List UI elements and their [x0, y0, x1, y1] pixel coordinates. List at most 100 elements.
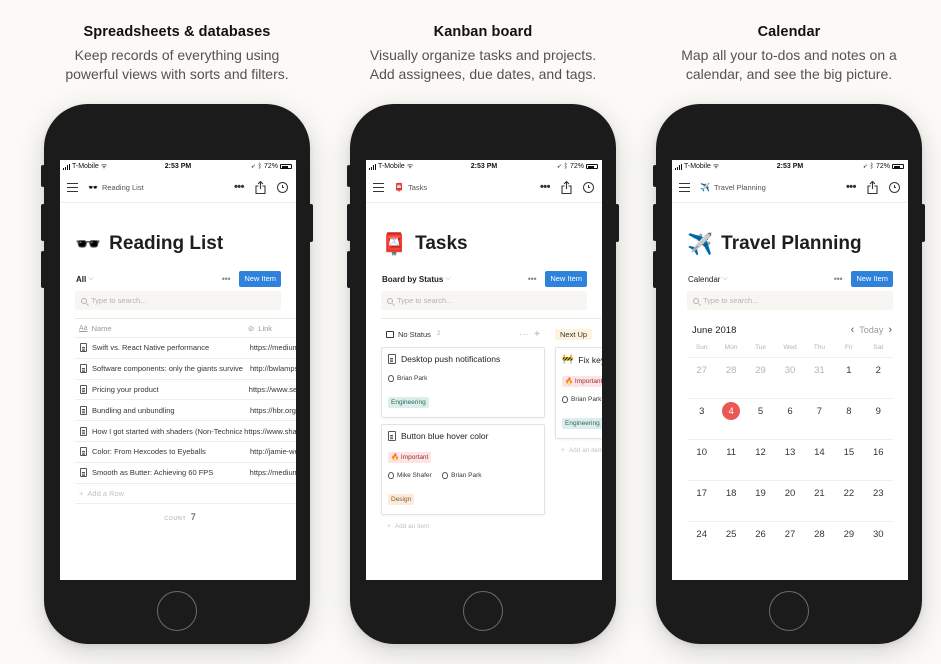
cell-link[interactable]: https://medium.com: [248, 468, 296, 477]
view-options-icon[interactable]: •••: [222, 274, 231, 284]
history-icon[interactable]: [889, 182, 900, 193]
board-card[interactable]: Button blue hover color 🔥 Important Mike…: [381, 424, 545, 515]
chevron-down-icon: ⌵: [722, 275, 728, 282]
table-row[interactable]: Swift vs. React Native performance https:…: [75, 338, 296, 359]
calendar-day[interactable]: 23: [864, 488, 893, 521]
calendar-day[interactable]: 30: [864, 529, 893, 563]
calendar-day[interactable]: 29: [834, 529, 863, 563]
menu-icon[interactable]: [679, 183, 690, 192]
view-options-icon[interactable]: •••: [528, 274, 537, 284]
more-icon[interactable]: •••: [540, 182, 551, 193]
calendar-day[interactable]: 5: [746, 406, 775, 439]
cell-link[interactable]: http://jamie-wong: [248, 447, 296, 456]
menu-icon[interactable]: [67, 183, 78, 192]
share-icon[interactable]: [867, 181, 878, 194]
calendar-day[interactable]: 8: [834, 406, 863, 439]
table-row[interactable]: Color: From Hexcodes to Eyeballs http://j…: [75, 442, 296, 463]
add-item-button[interactable]: + Add an item: [555, 445, 602, 454]
calendar-day[interactable]: 24: [687, 529, 716, 563]
calendar-day[interactable]: 27: [687, 365, 716, 398]
add-card-icon[interactable]: +: [534, 329, 541, 340]
calendar-day[interactable]: 16: [864, 447, 893, 480]
calendar-day[interactable]: 1: [834, 365, 863, 398]
calendar-day[interactable]: 4: [716, 402, 745, 439]
calendar-day[interactable]: 7: [805, 406, 834, 439]
search-input[interactable]: Type to search...: [381, 291, 587, 310]
calendar-day[interactable]: 18: [716, 488, 745, 521]
page-icon: [80, 343, 87, 353]
cell-link[interactable]: https://medium.com: [248, 343, 296, 352]
calendar-day[interactable]: 22: [834, 488, 863, 521]
cell-link[interactable]: https://www.shadertoy: [242, 427, 296, 436]
view-selector[interactable]: Calendar ⌵: [688, 275, 834, 284]
cell-link[interactable]: https://www.sequoia: [247, 385, 296, 394]
add-row-button[interactable]: + Add a Row: [75, 484, 296, 504]
calendar-day[interactable]: 13: [775, 447, 804, 480]
calendar-day[interactable]: 10: [687, 447, 716, 480]
breadcrumb[interactable]: 🕶️ Reading List: [88, 183, 234, 192]
calendar-day[interactable]: 29: [746, 365, 775, 398]
calendar-day[interactable]: 30: [775, 365, 804, 398]
history-icon[interactable]: [277, 182, 288, 193]
search-input[interactable]: Type to search...: [75, 291, 281, 310]
table-row[interactable]: Software components: only the giants sur…: [75, 359, 296, 380]
calendar-day[interactable]: 17: [687, 488, 716, 521]
breadcrumb[interactable]: ✈️ Travel Planning: [700, 183, 846, 192]
calendar-day[interactable]: 15: [834, 447, 863, 480]
calendar-day[interactable]: 21: [805, 488, 834, 521]
calendar-day[interactable]: 6: [775, 406, 804, 439]
more-icon[interactable]: •••: [846, 182, 857, 193]
new-item-button[interactable]: New Item: [851, 271, 893, 287]
view-selector[interactable]: Board by Status ⌵: [382, 275, 528, 284]
calendar-day[interactable]: 26: [746, 529, 775, 563]
calendar-day[interactable]: 2: [864, 365, 893, 398]
calendar-day[interactable]: 28: [805, 529, 834, 563]
column-header-name[interactable]: Aa Name: [75, 324, 248, 333]
home-button[interactable]: [463, 591, 503, 631]
view-options-icon[interactable]: •••: [834, 274, 843, 284]
calendar-day[interactable]: 3: [687, 406, 716, 439]
breadcrumb[interactable]: 📮 Tasks: [394, 183, 540, 192]
view-selector[interactable]: All ⌵: [76, 275, 222, 284]
chevron-left-icon[interactable]: ‹: [851, 324, 855, 336]
new-item-button[interactable]: New Item: [239, 271, 281, 287]
calendar-day[interactable]: 19: [746, 488, 775, 521]
table-row[interactable]: Smooth as Butter: Achieving 60 FPS https:…: [75, 463, 296, 484]
assignee: Brian Park: [388, 375, 427, 382]
battery-icon: [586, 164, 598, 169]
history-icon[interactable]: [583, 182, 594, 193]
calendar-day[interactable]: 14: [805, 447, 834, 480]
view-name: Calendar: [688, 274, 721, 284]
home-button[interactable]: [157, 591, 197, 631]
cell-link[interactable]: https://hbr.org: [248, 406, 296, 415]
share-icon[interactable]: [255, 181, 266, 194]
chevron-right-icon[interactable]: ›: [888, 324, 892, 336]
calendar-day[interactable]: 9: [864, 406, 893, 439]
column-header-link[interactable]: ⊘ Link: [248, 324, 272, 333]
calendar-day[interactable]: 28: [716, 365, 745, 398]
board-card[interactable]: Desktop push notifications Brian Park En…: [381, 347, 545, 418]
calendar-day[interactable]: 11: [716, 447, 745, 480]
calendar-day[interactable]: 31: [805, 365, 834, 398]
more-icon[interactable]: •••: [234, 182, 245, 193]
new-item-button[interactable]: New Item: [545, 271, 587, 287]
search-input[interactable]: Type to search...: [687, 291, 893, 310]
column-count: 2: [436, 331, 441, 337]
cell-name: Color: From Hexcodes to Eyeballs: [75, 447, 248, 457]
share-icon[interactable]: [561, 181, 572, 194]
add-item-button[interactable]: + Add an item: [381, 521, 545, 530]
calendar-week: 10 11 12 13 14 15 16: [687, 440, 893, 481]
calendar-day[interactable]: 27: [775, 529, 804, 563]
calendar-day[interactable]: 12: [746, 447, 775, 480]
column-options-icon[interactable]: ···: [519, 330, 530, 339]
home-button[interactable]: [769, 591, 809, 631]
calendar-day[interactable]: 20: [775, 488, 804, 521]
today-button[interactable]: Today: [859, 325, 883, 335]
table-row[interactable]: Pricing your producthttps://www.sequoia: [75, 380, 296, 401]
table-row[interactable]: Bundling and unbundling https://hbr.org: [75, 400, 296, 422]
cell-link[interactable]: http://bwlampson: [248, 364, 296, 373]
menu-icon[interactable]: [373, 183, 384, 192]
board-card[interactable]: 🚧 Fix keyboard 🔥 Important Brian Park En…: [555, 347, 602, 439]
calendar-day[interactable]: 25: [716, 529, 745, 563]
table-row[interactable]: How I got started with shaders (Non-Tech…: [75, 421, 296, 442]
